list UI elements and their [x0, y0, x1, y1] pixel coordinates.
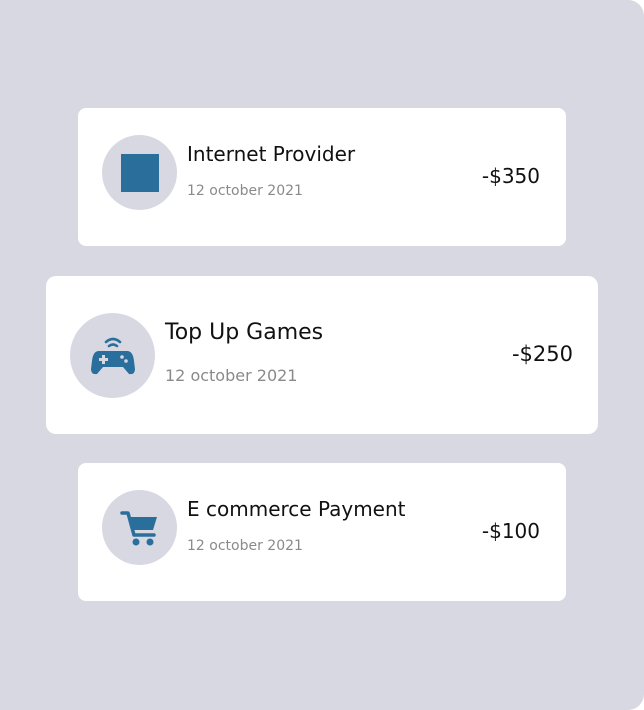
- game-controller-icon: [90, 337, 135, 374]
- transactions-panel: Internet Provider 12 october 2021 -$350 …: [0, 0, 644, 710]
- transaction-amount: -$350: [481, 164, 540, 188]
- icon-badge: [102, 490, 177, 565]
- shopping-cart-icon: [119, 510, 157, 545]
- transaction-card-e-commerce-payment[interactable]: E commerce Payment 12 october 2021 -$100: [78, 463, 566, 601]
- icon-badge: [102, 135, 177, 210]
- transaction-title: Internet Provider: [187, 142, 356, 166]
- icon-badge: [70, 313, 155, 398]
- transaction-amount: -$250: [511, 342, 573, 366]
- transaction-date: 12 october 2021: [187, 538, 303, 554]
- transaction-date: 12 october 2021: [187, 183, 303, 199]
- transaction-title: Top Up Games: [165, 320, 324, 345]
- transaction-title: E commerce Payment: [187, 497, 406, 521]
- transaction-card-top-up-games[interactable]: Top Up Games 12 october 2021 -$250: [46, 276, 598, 434]
- transaction-date: 12 october 2021: [165, 366, 298, 385]
- transaction-amount: -$100: [481, 519, 540, 543]
- transaction-card-internet-provider[interactable]: Internet Provider 12 october 2021 -$350: [78, 108, 566, 246]
- internet-provider-icon: [120, 153, 159, 192]
